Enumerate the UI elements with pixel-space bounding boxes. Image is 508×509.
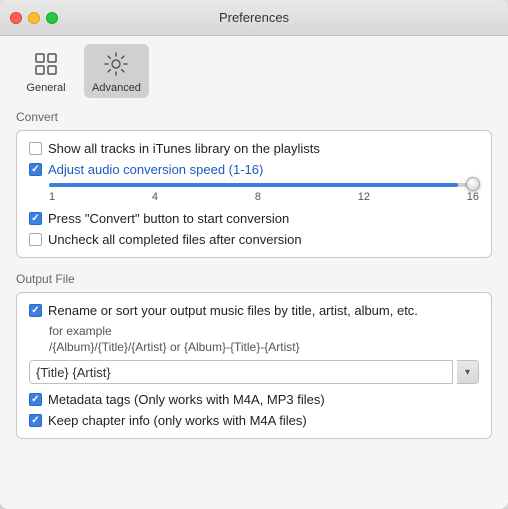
checkbox-row-show-tracks: Show all tracks in iTunes library on the… bbox=[29, 141, 479, 156]
rename-label: Rename or sort your output music files b… bbox=[48, 303, 418, 318]
uncheck-completed-label: Uncheck all completed files after conver… bbox=[48, 232, 302, 247]
slider-label-4: 4 bbox=[152, 191, 158, 203]
slider-label-1: 1 bbox=[49, 191, 55, 203]
advanced-label: Advanced bbox=[92, 82, 141, 94]
output-section: Output File Rename or sort your output m… bbox=[16, 272, 492, 439]
traffic-lights bbox=[10, 12, 58, 24]
general-icon bbox=[30, 48, 62, 80]
preferences-window: Preferences General Advanced bbox=[0, 0, 508, 509]
chapter-checkbox[interactable] bbox=[29, 414, 42, 427]
press-convert-label: Press "Convert" button to start conversi… bbox=[48, 211, 289, 226]
checkbox-row-uncheck-completed: Uncheck all completed files after conver… bbox=[29, 232, 479, 247]
template-input-row: ▾ bbox=[29, 360, 479, 384]
convert-section-box: Show all tracks in iTunes library on the… bbox=[16, 130, 492, 258]
checkbox-row-press-convert: Press "Convert" button to start conversi… bbox=[29, 211, 479, 226]
convert-section-title: Convert bbox=[16, 110, 492, 124]
template-input[interactable] bbox=[29, 360, 453, 384]
convert-section: Convert Show all tracks in iTunes librar… bbox=[16, 110, 492, 258]
slider-thumb[interactable] bbox=[466, 177, 480, 191]
show-tracks-checkbox[interactable] bbox=[29, 142, 42, 155]
metadata-checkbox[interactable] bbox=[29, 393, 42, 406]
show-tracks-label: Show all tracks in iTunes library on the… bbox=[48, 141, 320, 156]
example-path: /{Album}/{Title}/{Artist} or {Album}-{Ti… bbox=[49, 340, 479, 354]
checkbox-row-metadata: Metadata tags (Only works with M4A, MP3 … bbox=[29, 392, 479, 407]
adjust-speed-checkbox[interactable] bbox=[29, 163, 42, 176]
general-label: General bbox=[26, 82, 65, 94]
rename-checkbox[interactable] bbox=[29, 304, 42, 317]
toolbar-item-advanced[interactable]: Advanced bbox=[84, 44, 149, 98]
checkbox-row-adjust-speed: Adjust audio conversion speed (1-16) bbox=[29, 162, 479, 177]
toolbar: General Advanced bbox=[0, 36, 508, 98]
title-bar: Preferences bbox=[0, 0, 508, 36]
minimize-button[interactable] bbox=[28, 12, 40, 24]
checkbox-row-chapter: Keep chapter info (only works with M4A f… bbox=[29, 413, 479, 428]
slider-fill bbox=[49, 183, 458, 187]
adjust-speed-label: Adjust audio conversion speed (1-16) bbox=[48, 162, 263, 177]
chapter-label: Keep chapter info (only works with M4A f… bbox=[48, 413, 307, 428]
advanced-icon bbox=[100, 48, 132, 80]
slider-label-16: 16 bbox=[467, 191, 479, 203]
slider-label-12: 12 bbox=[358, 191, 370, 203]
output-section-box: Rename or sort your output music files b… bbox=[16, 292, 492, 439]
toolbar-item-general[interactable]: General bbox=[16, 44, 76, 98]
template-dropdown-button[interactable]: ▾ bbox=[457, 360, 479, 384]
press-convert-checkbox[interactable] bbox=[29, 212, 42, 225]
maximize-button[interactable] bbox=[46, 12, 58, 24]
metadata-label: Metadata tags (Only works with M4A, MP3 … bbox=[48, 392, 325, 407]
slider-labels: 1 4 8 12 16 bbox=[49, 191, 479, 203]
speed-slider-container: 1 4 8 12 16 bbox=[49, 183, 479, 203]
slider-label-8: 8 bbox=[255, 191, 261, 203]
close-button[interactable] bbox=[10, 12, 22, 24]
example-label: for example bbox=[49, 324, 479, 338]
checkbox-row-rename: Rename or sort your output music files b… bbox=[29, 303, 479, 318]
window-title: Preferences bbox=[219, 10, 289, 25]
uncheck-completed-checkbox[interactable] bbox=[29, 233, 42, 246]
content-area: Convert Show all tracks in iTunes librar… bbox=[0, 98, 508, 509]
output-section-title: Output File bbox=[16, 272, 492, 286]
slider-track bbox=[49, 183, 479, 187]
